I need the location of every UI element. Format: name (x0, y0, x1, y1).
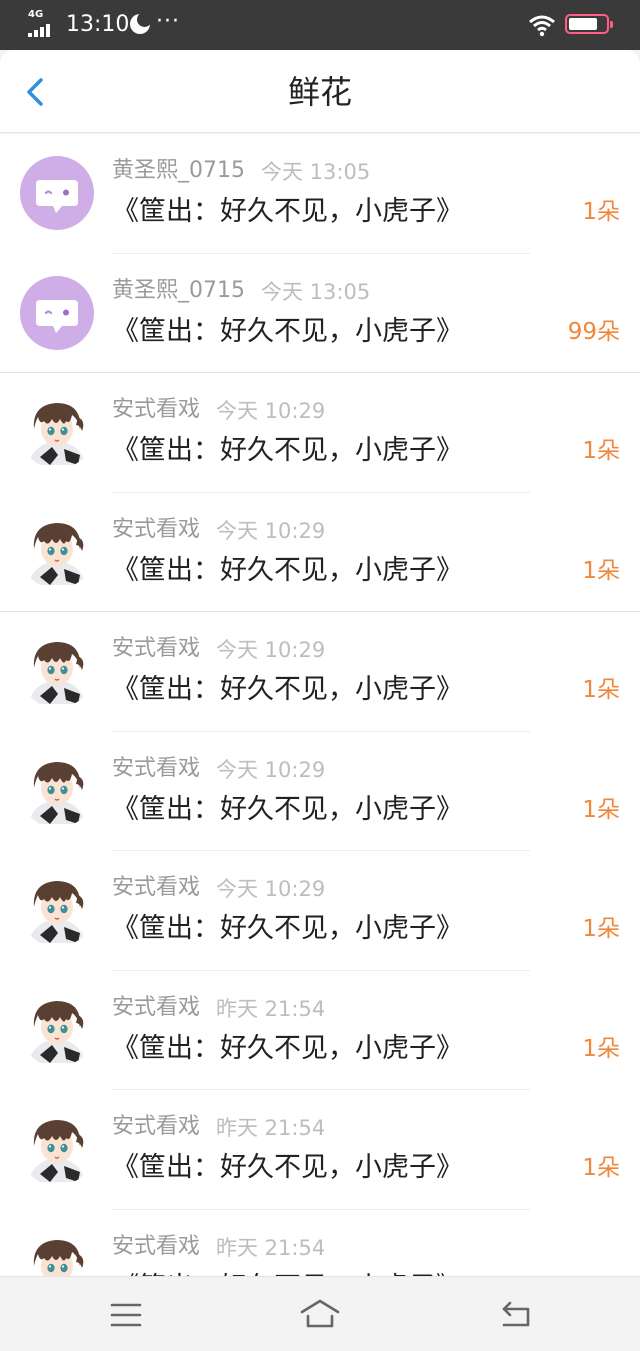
menu-icon (110, 1303, 142, 1327)
sender-name[interactable]: 安式看戏 (112, 634, 200, 664)
avatar[interactable] (20, 1112, 94, 1186)
flower-list: 黄圣熙_0715 今天 13:05 《筐出：好久不见，小虎子》 1朵 黄圣熙_0715 今… (0, 134, 640, 1276)
sender-name[interactable]: 安式看戏 (112, 754, 200, 784)
sender-name[interactable]: 安式看戏 (112, 515, 200, 545)
menu-button[interactable] (104, 1295, 148, 1335)
list-item[interactable]: 安式看戏 今天 10:29 《筐出：好久不见，小虎子》 1朵 (0, 373, 640, 493)
anime-portrait (20, 514, 94, 589)
flower-count: 1朵 (582, 557, 620, 584)
page-header: 鲜花 (0, 50, 640, 132)
status-time: 13:10 (66, 12, 130, 37)
system-back-button[interactable] (494, 1295, 538, 1335)
flower-count: 1朵 (582, 1035, 620, 1062)
flower-count: 1朵 (582, 438, 620, 464)
avatar[interactable] (20, 514, 94, 589)
chat-bubble-icon (36, 180, 78, 213)
work-title: 《筐出：好久不见，小虎子》 (112, 1032, 463, 1064)
home-icon (300, 1299, 340, 1328)
sender-name[interactable]: 黄圣熙_0715 (112, 156, 245, 186)
flower-count: 1朵 (582, 677, 620, 703)
anime-portrait (20, 873, 94, 947)
work-title: 《筐出：好久不见，小虎子》 (112, 674, 463, 705)
sent-time: 今天 10:29 (216, 877, 326, 901)
sent-time: 今天 10:29 (216, 638, 326, 662)
avatar[interactable] (20, 275, 94, 350)
work-title: 《筐出：好久不见，小虎子》 (112, 196, 463, 227)
sent-time: 昨天 21:54 (216, 1116, 326, 1140)
anime-portrait (20, 753, 94, 828)
work-title: 《筐出：好久不见，小虎子》 (112, 913, 463, 944)
avatar[interactable] (20, 634, 94, 708)
list-item[interactable]: 安式看戏 昨天 21:54 《筐出：好久不见，小虎子》 1朵 (0, 1090, 640, 1210)
avatar[interactable] (20, 873, 94, 947)
flower-count: 1朵 (582, 199, 620, 225)
list-item[interactable]: 安式看戏 今天 10:29 《筐出：好久不见，小虎子》 1朵 (0, 492, 640, 612)
sender-name[interactable]: 安式看戏 (112, 395, 200, 425)
anime-portrait (20, 395, 94, 469)
sent-time: 今天 10:29 (216, 518, 326, 543)
list-item[interactable]: 黄圣熙_0715 今天 13:05 《筐出：好久不见，小虎子》 99朵 (0, 253, 640, 373)
flower-count: 99朵 (567, 318, 620, 345)
sent-time: 今天 10:29 (216, 757, 326, 782)
list-item[interactable]: 黄圣熙_0715 今天 13:05 《筐出：好久不见，小虎子》 1朵 (0, 134, 640, 254)
page-title: 鲜花 (287, 73, 352, 111)
work-title: 《筐出：好久不见，小虎子》 (112, 793, 463, 825)
battery-icon (565, 14, 613, 34)
home-button[interactable] (298, 1295, 342, 1335)
list-item[interactable]: 安式看戏 今天 10:29 《筐出：好久不见，小虎子》 1朵 (0, 612, 640, 732)
signal-icon: 4G (28, 10, 58, 38)
status-bar: 4G 13:10 ··· (0, 0, 640, 50)
wifi-icon (529, 15, 555, 37)
sent-time: 昨天 21:54 (216, 1235, 326, 1260)
sender-name[interactable]: 安式看戏 (112, 1112, 200, 1142)
anime-portrait (20, 1112, 94, 1186)
more-notifications: ··· (156, 9, 180, 34)
anime-portrait (20, 634, 94, 708)
flower-count: 1朵 (582, 796, 620, 823)
system-nav-bar (0, 1276, 640, 1351)
avatar[interactable] (20, 395, 94, 469)
sent-time: 今天 10:29 (216, 399, 326, 423)
sender-name[interactable]: 黄圣熙_0715 (112, 276, 245, 306)
sent-time: 昨天 21:54 (216, 996, 326, 1021)
list-item[interactable]: 安式看戏 今天 10:29 《筐出：好久不见，小虎子》 1朵 (0, 851, 640, 971)
anime-portrait (20, 992, 94, 1067)
list-item[interactable]: 安式看戏 昨天 21:54 《筐出：好久不见，小虎子》 1朵 (0, 970, 640, 1090)
flower-count: 1朵 (582, 916, 620, 942)
sent-time: 今天 13:05 (261, 279, 371, 304)
work-title: 《筐出：好久不见，小虎子》 (112, 1152, 463, 1183)
work-title: 《筐出：好久不见，小虎子》 (112, 435, 463, 466)
avatar[interactable] (20, 1231, 94, 1276)
list-item[interactable]: 安式看戏昨天 21:54《筐出：好久不见，小虎子》 (0, 1209, 640, 1276)
sender-name[interactable]: 安式看戏 (112, 873, 200, 903)
list-item[interactable]: 安式看戏 今天 10:29 《筐出：好久不见，小虎子》 1朵 (0, 731, 640, 851)
flower-count: 1朵 (582, 1155, 620, 1181)
work-title: 《筐出：好久不见，小虎子》 (112, 315, 463, 347)
chat-bubble-icon (36, 299, 78, 333)
anime-portrait (20, 1231, 94, 1276)
work-title: 《筐出：好久不见，小虎子》 (112, 554, 463, 586)
back-icon (502, 1301, 530, 1327)
network-type: 4G (28, 9, 44, 20)
sent-time: 今天 13:05 (261, 160, 371, 184)
sender-name[interactable]: 安式看戏 (112, 1232, 200, 1262)
avatar[interactable] (20, 992, 94, 1067)
sender-name[interactable]: 安式看戏 (112, 993, 200, 1023)
moon-icon (130, 12, 152, 34)
avatar[interactable] (20, 753, 94, 828)
avatar[interactable] (20, 156, 94, 230)
